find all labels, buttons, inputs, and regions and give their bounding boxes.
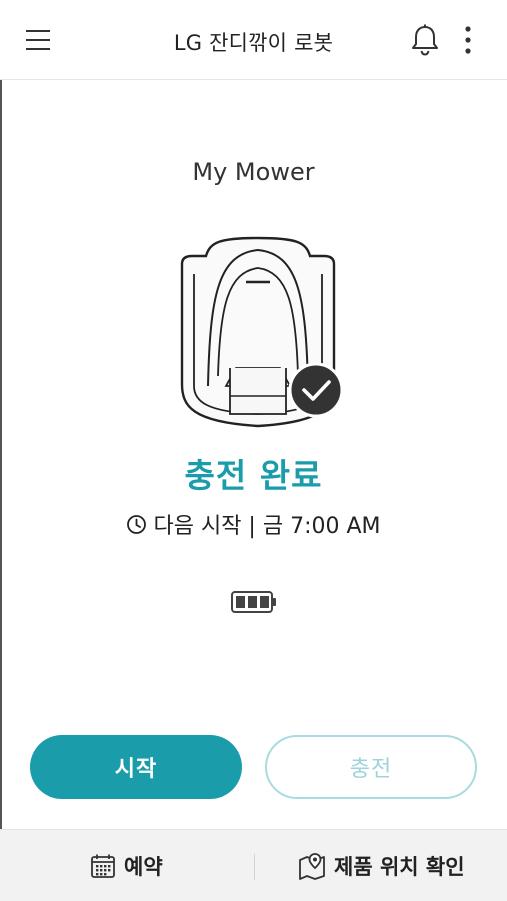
bottom-bar: 예약 제품 위치 확인 bbox=[0, 829, 507, 901]
schedule-button[interactable]: 예약 bbox=[90, 850, 163, 882]
battery-icon bbox=[230, 588, 278, 616]
device-name: My Mower bbox=[192, 158, 315, 186]
clock-icon bbox=[127, 514, 147, 534]
schedule-label: 예약 bbox=[124, 855, 163, 879]
more-vertical-icon[interactable] bbox=[460, 25, 476, 55]
battery-cell bbox=[260, 596, 269, 608]
status-text: 충전 완료 bbox=[184, 456, 323, 495]
map-location-icon bbox=[299, 853, 325, 880]
locate-product-label: 제품 위치 확인 bbox=[334, 855, 465, 879]
battery-cell bbox=[236, 596, 245, 608]
next-start-label: 다음 시작 | 금 7:00 AM bbox=[153, 514, 381, 539]
charge-button[interactable]: 충전 bbox=[265, 735, 477, 799]
next-start-schedule: 다음 시작 | 금 7:00 AM bbox=[0, 508, 507, 540]
bell-icon[interactable] bbox=[409, 23, 441, 57]
battery-cell bbox=[248, 596, 257, 608]
mower-image bbox=[168, 236, 348, 436]
calendar-icon bbox=[91, 854, 115, 878]
start-button[interactable]: 시작 bbox=[30, 735, 242, 799]
app-header: LG 잔디깎이 로봇 bbox=[0, 0, 507, 80]
locate-product-button[interactable]: 제품 위치 확인 bbox=[298, 850, 465, 882]
bar-divider bbox=[254, 854, 255, 880]
